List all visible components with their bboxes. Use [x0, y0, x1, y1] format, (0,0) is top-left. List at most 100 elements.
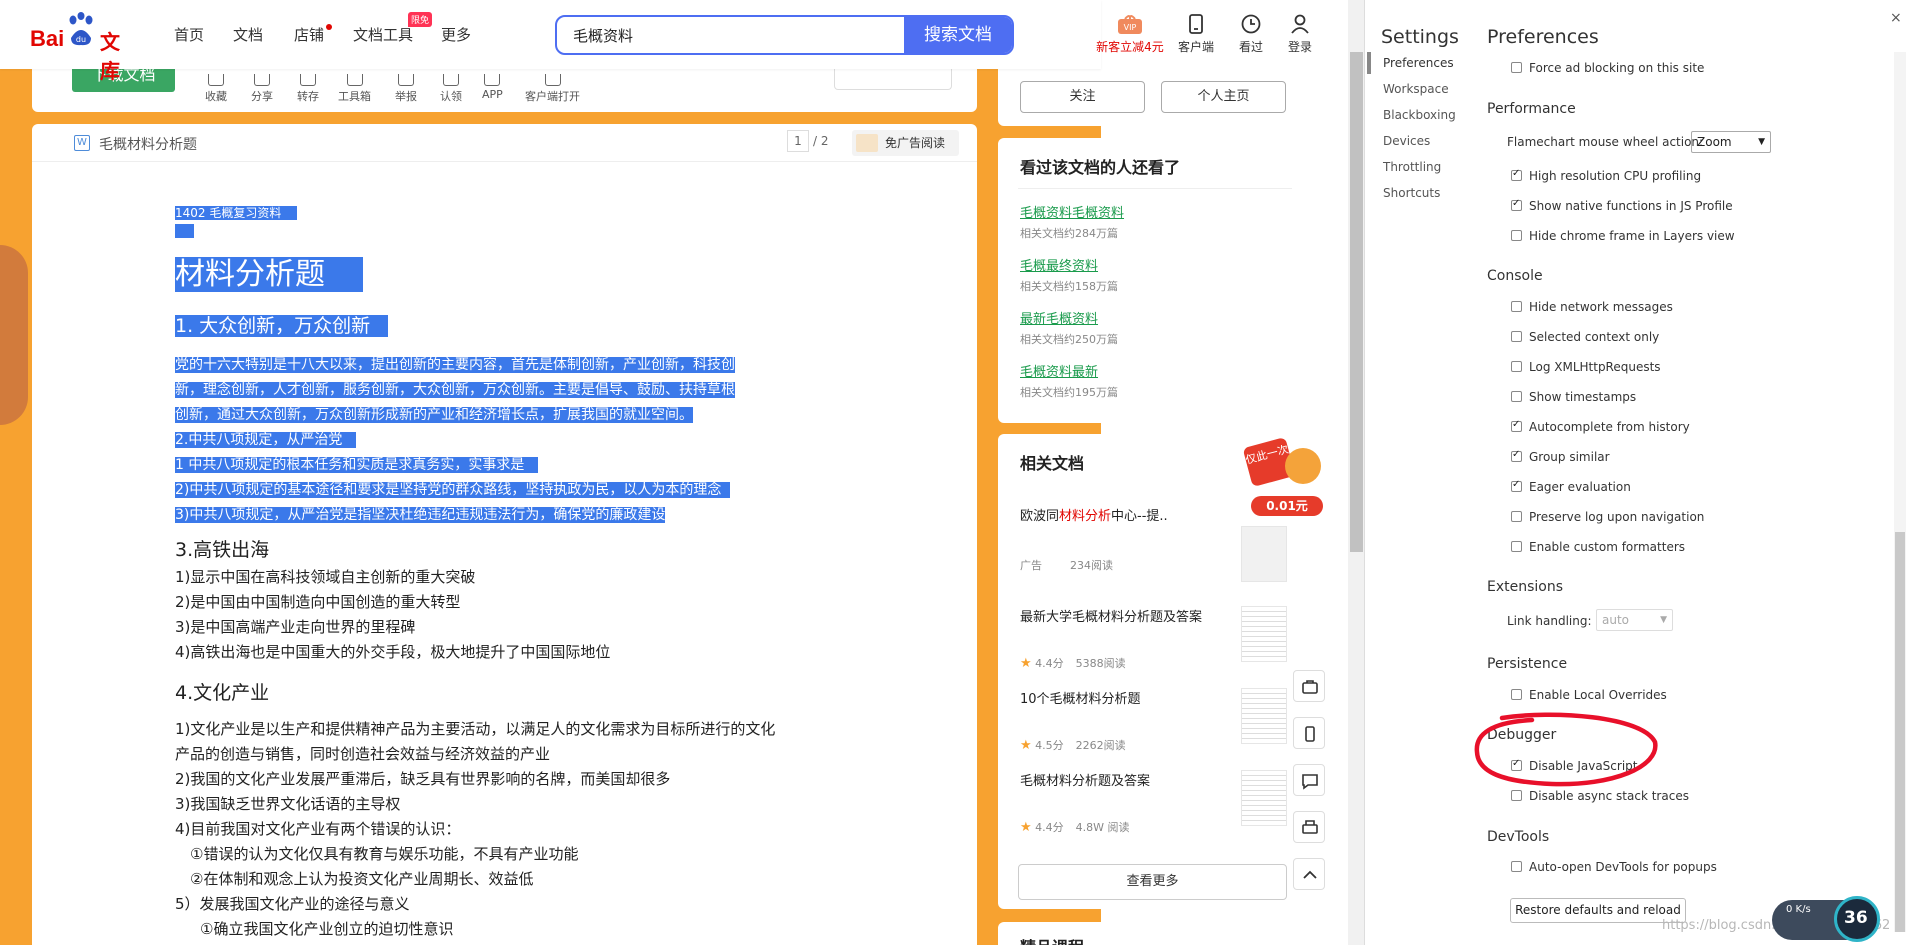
- devtools-scrollbar[interactable]: [1894, 52, 1906, 932]
- doc-line: 1402 毛概复习资料: [175, 206, 282, 220]
- client-download[interactable]: 客户端: [1168, 13, 1224, 55]
- search-box: 搜索文档: [555, 15, 1014, 55]
- devtools-nav-shortcuts[interactable]: Shortcuts: [1383, 186, 1440, 200]
- also-viewed-link[interactable]: 最新毛概资料: [1020, 308, 1098, 327]
- expand-icon: [856, 134, 878, 152]
- close-icon[interactable]: ×: [1890, 10, 1902, 26]
- doc-thumbnail[interactable]: [1241, 688, 1287, 744]
- tool-report[interactable]: 举报: [395, 74, 417, 104]
- tool-claim[interactable]: 认领: [440, 74, 462, 104]
- tool-app[interactable]: APP: [482, 74, 503, 101]
- doc-list-item: 3)是中国高端产业走向世界的里程碑: [175, 618, 416, 636]
- tool-toolbox[interactable]: 工具箱: [338, 74, 371, 104]
- baidu-wenku-logo[interactable]: Bai du 文库: [30, 12, 136, 83]
- logo-text-bai: Bai: [30, 26, 65, 51]
- doc-thumbnail[interactable]: [1241, 606, 1287, 662]
- tool-share[interactable]: 分享: [251, 74, 273, 104]
- toolbox-float[interactable]: [1293, 670, 1325, 702]
- checkbox[interactable]: [1511, 689, 1522, 700]
- history[interactable]: 看过: [1223, 13, 1279, 55]
- checkbox-label: Show timestamps: [1529, 390, 1637, 404]
- star-icon: ★: [1020, 656, 1032, 671]
- promo-mascot[interactable]: 仅此一次 0.01元: [1242, 436, 1325, 518]
- doc-subheading: 1. 大众创新，万众创新: [175, 315, 371, 337]
- see-more-button[interactable]: 查看更多: [1018, 864, 1287, 900]
- checkbox[interactable]: [1511, 449, 1522, 462]
- related-title-post: 中心--提..: [1111, 509, 1168, 524]
- link-handling-select[interactable]: auto ▼: [1596, 609, 1673, 631]
- related-item-title[interactable]: 毛概材料分析题及答案: [1020, 770, 1230, 789]
- doc-section-heading: 3.高铁出海: [175, 539, 270, 561]
- checkbox[interactable]: [1511, 168, 1522, 181]
- login-label: 登录: [1287, 40, 1312, 54]
- flamechart-select[interactable]: Zoom ▼: [1691, 131, 1771, 153]
- related-item-title[interactable]: 最新大学毛概材料分析题及答案: [1020, 606, 1230, 625]
- checkbox[interactable]: [1511, 511, 1522, 522]
- preferences-heading: Preferences: [1487, 26, 1599, 48]
- nav-shop[interactable]: 店铺: [294, 24, 324, 45]
- nav-doc-tools[interactable]: 文档工具: [353, 24, 413, 45]
- checkbox[interactable]: [1511, 541, 1522, 552]
- also-viewed-link[interactable]: 毛概资料最新: [1020, 361, 1098, 380]
- also-viewed-link[interactable]: 毛概资料毛概资料: [1020, 202, 1124, 221]
- also-viewed-link[interactable]: 毛概最终资料: [1020, 255, 1098, 274]
- restore-defaults-button[interactable]: Restore defaults and reload: [1510, 898, 1686, 923]
- page-scrollbar-thumb[interactable]: [1350, 52, 1363, 552]
- also-viewed-card: 看过该文档的人还看了 毛概资料毛概资料 相关文档约284万篇 毛概最终资料 相关…: [998, 138, 1312, 423]
- login[interactable]: 登录: [1272, 13, 1328, 55]
- tool-label: 认领: [440, 90, 462, 103]
- related-item-title[interactable]: 10个毛概材料分析题: [1020, 688, 1230, 707]
- doc-thumbnail[interactable]: [1241, 526, 1287, 582]
- checkbox[interactable]: [1511, 198, 1522, 211]
- vip-promo[interactable]: VIP 新客立减4元: [1090, 13, 1170, 55]
- devtools-nav-throttling[interactable]: Throttling: [1383, 160, 1441, 174]
- phone-icon: [1189, 14, 1203, 34]
- ad-free-button[interactable]: 免广告阅读: [852, 130, 959, 156]
- net-percent: 36: [1844, 908, 1868, 928]
- nav-home[interactable]: 首页: [174, 24, 204, 45]
- doc-list-item: 1)显示中国在高科技领域自主创新的重大突破: [175, 568, 476, 586]
- search-button[interactable]: 搜索文档: [904, 17, 1012, 53]
- page-current-input[interactable]: 1: [787, 130, 809, 152]
- back-to-top[interactable]: [1293, 858, 1325, 890]
- link-handling-value: auto: [1602, 613, 1630, 627]
- devtools-nav-blackboxing[interactable]: Blackboxing: [1383, 108, 1456, 122]
- devtools-scrollbar-thumb[interactable]: [1895, 532, 1905, 932]
- checkbox[interactable]: [1511, 62, 1522, 73]
- flamechart-label: Flamechart mouse wheel action:: [1507, 135, 1704, 149]
- checkbox[interactable]: [1511, 391, 1522, 402]
- checkbox[interactable]: [1511, 790, 1522, 801]
- checkbox[interactable]: [1511, 230, 1522, 241]
- devtools-nav-workspace[interactable]: Workspace: [1383, 82, 1449, 96]
- devtools-nav-preferences[interactable]: Preferences: [1383, 56, 1454, 70]
- devtools-nav-devices[interactable]: Devices: [1383, 134, 1430, 148]
- checkbox[interactable]: [1511, 419, 1522, 432]
- tool-open-client[interactable]: 客户端打开: [525, 74, 580, 104]
- also-viewed-title: 看过该文档的人还看了: [1020, 158, 1181, 177]
- checkbox[interactable]: [1511, 361, 1522, 372]
- checkbox[interactable]: [1511, 301, 1522, 312]
- tool-favorite[interactable]: 收藏: [205, 74, 227, 104]
- doc-item: 1 中共八项规定的根本任务和实质是求真务实，实事求是: [175, 457, 525, 473]
- doc-title: 毛概材料分析题: [99, 137, 197, 153]
- feedback-float[interactable]: [1293, 764, 1325, 796]
- checkbox[interactable]: [1511, 479, 1522, 492]
- follow-button[interactable]: 关注: [1020, 81, 1145, 113]
- mobile-float[interactable]: [1293, 717, 1325, 749]
- checkbox-label: Auto-open DevTools for popups: [1529, 860, 1717, 874]
- checkbox[interactable]: [1511, 861, 1522, 872]
- vip-badge-text: VIP: [1124, 23, 1137, 32]
- nav-more[interactable]: 更多: [441, 24, 471, 45]
- doc-thumbnail[interactable]: [1241, 770, 1287, 826]
- tool-save[interactable]: 转存: [297, 74, 319, 104]
- homepage-button[interactable]: 个人主页: [1161, 81, 1286, 113]
- nav-docs[interactable]: 文档: [233, 24, 263, 45]
- print-float[interactable]: [1293, 811, 1325, 843]
- related-item[interactable]: 欧波同材料分析中心--提..: [1020, 505, 1230, 524]
- document-viewer: W 毛概材料分析题 1 / 2 免广告阅读 1402 毛概复习资料 材料分析题 1…: [32, 124, 977, 945]
- net-speed: 0 K/s: [1786, 904, 1811, 915]
- page-indicator: 1 / 2: [787, 130, 829, 152]
- active-nav-indicator: [1367, 52, 1371, 74]
- search-input[interactable]: [557, 17, 905, 53]
- checkbox[interactable]: [1511, 331, 1522, 342]
